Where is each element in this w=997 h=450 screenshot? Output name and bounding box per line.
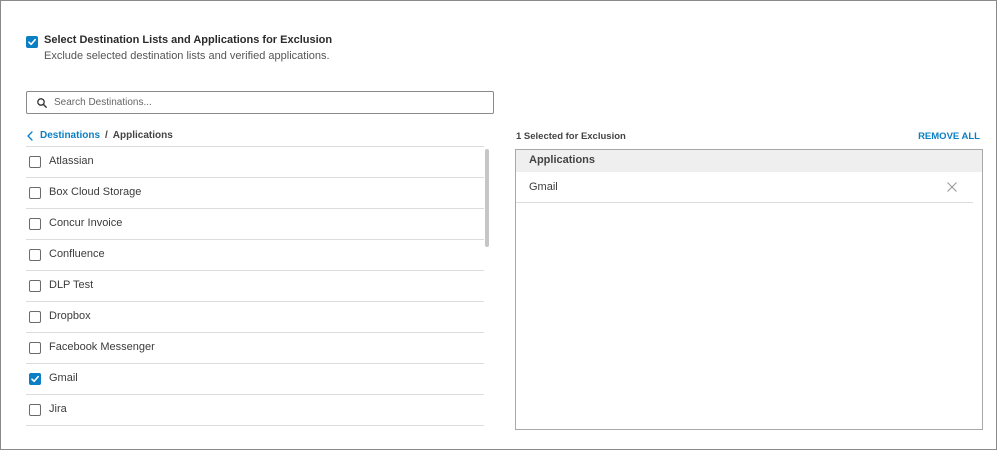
list-item-label: DLP Test xyxy=(49,279,94,291)
breadcrumb-separator: / xyxy=(105,130,108,141)
list-item-label: Confluence xyxy=(49,248,105,260)
list-item-divider xyxy=(26,425,484,427)
window-frame: Select Destination Lists and Application… xyxy=(0,0,997,450)
list-item-box-cloud-storage[interactable]: Box Cloud Storage xyxy=(26,177,484,208)
breadcrumb-current: Applications xyxy=(112,130,173,141)
selected-group-header: Applications xyxy=(516,150,982,172)
row-checkbox[interactable] xyxy=(29,280,41,292)
breadcrumb-destinations-link[interactable]: Destinations xyxy=(40,130,100,141)
list-item-label: Concur Invoice xyxy=(49,217,123,229)
selected-panel: Applications Gmail xyxy=(515,149,983,430)
selected-item-gmail: Gmail xyxy=(516,172,973,203)
selected-count: 1 Selected for Exclusion xyxy=(516,131,626,142)
search-icon xyxy=(37,98,47,108)
list-item-dropbox[interactable]: Dropbox xyxy=(26,301,484,332)
checkmark-icon xyxy=(28,38,36,46)
list-item-label: Jira xyxy=(49,403,67,415)
selected-item-label: Gmail xyxy=(529,181,558,193)
list-item-atlassian[interactable]: Atlassian xyxy=(26,146,484,177)
list-item-facebook-messenger[interactable]: Facebook Messenger xyxy=(26,332,484,363)
list-item-label: Dropbox xyxy=(49,310,91,322)
exclusion-subtitle: Exclude selected destination lists and v… xyxy=(44,50,330,62)
row-checkbox[interactable] xyxy=(29,156,41,168)
list-item-label: Gmail xyxy=(49,372,78,384)
list-scrollbar[interactable] xyxy=(485,149,489,247)
breadcrumb: Destinations / Applications xyxy=(26,130,173,141)
row-checkbox[interactable] xyxy=(29,218,41,230)
list-item-gmail[interactable]: Gmail xyxy=(26,363,484,394)
row-checkbox[interactable] xyxy=(29,187,41,199)
list-item-label: Box Cloud Storage xyxy=(49,186,142,198)
search-input[interactable] xyxy=(54,94,484,111)
row-checkbox[interactable] xyxy=(29,311,41,323)
chevron-left-icon[interactable] xyxy=(26,130,34,141)
list-item-confluence[interactable]: Confluence xyxy=(26,239,484,270)
list-item-concur-invoice[interactable]: Concur Invoice xyxy=(26,208,484,239)
row-checkbox[interactable] xyxy=(29,373,41,385)
list-item-label: Facebook Messenger xyxy=(49,341,155,353)
list-item-label: Atlassian xyxy=(49,155,94,167)
row-checkbox[interactable] xyxy=(29,249,41,261)
list-item-dlp-test[interactable]: DLP Test xyxy=(26,270,484,301)
exclusion-title: Select Destination Lists and Application… xyxy=(44,34,333,46)
checkmark-icon xyxy=(31,375,39,383)
applications-list: Atlassian Box Cloud Storage Concur Invoi… xyxy=(26,146,484,427)
remove-all-button[interactable]: REMOVE ALL xyxy=(918,131,980,142)
list-item-jira[interactable]: Jira xyxy=(26,394,484,425)
row-checkbox[interactable] xyxy=(29,404,41,416)
close-icon[interactable] xyxy=(946,181,958,193)
row-checkbox[interactable] xyxy=(29,342,41,354)
search-box xyxy=(26,91,494,114)
select-exclusion-checkbox[interactable] xyxy=(26,36,38,48)
